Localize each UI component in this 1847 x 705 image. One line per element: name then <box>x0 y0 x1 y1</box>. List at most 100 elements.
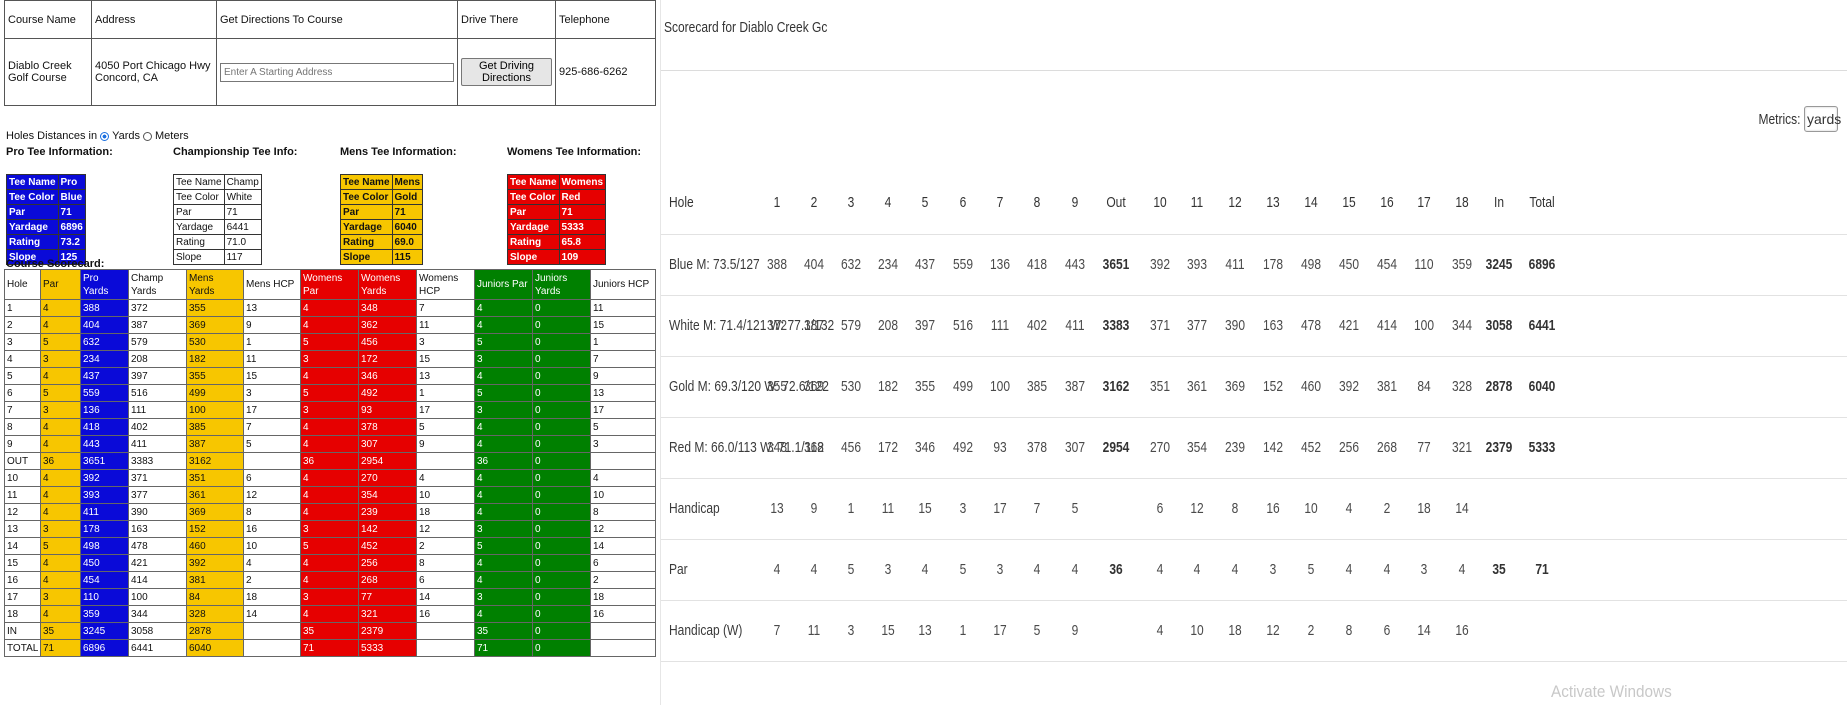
scorecard-row: 15 4 450 421 392 4 4 256 8 4 0 6 <box>4 554 656 572</box>
grid-cell: 15 <box>918 500 932 517</box>
scorecard-cell: 8 <box>243 503 301 521</box>
scorecard-cell: 377 <box>128 486 187 504</box>
scorecard-cell: 35 <box>300 622 359 640</box>
tee-field-label: Tee Color <box>340 189 393 205</box>
scorecard-cell: 5 <box>40 384 81 402</box>
grid-cell: 2379 <box>1485 439 1513 456</box>
grid-column-header: Total <box>1529 193 1555 211</box>
tee-field-value: Mens <box>391 174 424 190</box>
scorecard-cell: 4 <box>300 554 359 572</box>
scorecard-cell: 18 <box>243 588 301 606</box>
grid-cell: 579 <box>840 317 862 334</box>
scorecard-cell: 0 <box>532 537 591 555</box>
scorecard-cell: 5 <box>474 384 533 402</box>
tee-field-value: Champ <box>223 174 262 190</box>
scorecard-row: 16 4 454 414 381 2 4 268 6 4 0 2 <box>4 571 656 589</box>
scorecard-row: 17 3 110 100 84 18 3 77 14 3 0 18 <box>4 588 656 606</box>
grid-cell: 478 <box>1300 317 1322 334</box>
scorecard-cell: 354 <box>358 486 417 504</box>
grid-cell: 2878 <box>1485 378 1513 395</box>
scorecard-cell: 388 <box>80 299 129 317</box>
grid-cell: 369 <box>803 378 825 395</box>
grid-cell: 14 <box>1455 500 1469 517</box>
grid-cell <box>1526 478 1558 539</box>
meters-radio[interactable] <box>143 131 153 141</box>
scorecard-cell: 530 <box>186 333 244 351</box>
tee-row: Tee Name Mens <box>340 174 424 190</box>
grid-cell: 4 <box>1156 561 1164 578</box>
scorecard-cell: 4 <box>474 469 533 487</box>
tee-field-value: Blue <box>57 189 86 205</box>
scorecard-cell: 36 <box>300 452 359 470</box>
grid-cell: 172 <box>877 439 899 456</box>
scorecard-row: 13 3 178 163 152 16 3 142 12 3 0 12 <box>4 520 656 538</box>
scorecard-cell <box>590 622 656 640</box>
tee-field-label: Rating <box>6 234 59 250</box>
scorecard-cell: 402 <box>128 418 187 436</box>
tee-row: Tee Name Champ <box>173 174 262 190</box>
scorecard-cell: 0 <box>532 299 591 317</box>
tee-field-value: 65.8 <box>558 234 607 250</box>
scorecard-cell: 18 <box>590 588 656 606</box>
metrics-select[interactable]: yards <box>1804 106 1841 132</box>
scorecard-cell: 498 <box>80 537 129 555</box>
champ-tee-table: Tee Name Champ Tee Color White Par 71 Yardage 6… <box>173 174 262 265</box>
scorecard-row: 4 3 234 208 182 11 3 172 15 3 0 7 <box>4 350 656 368</box>
scorecard-cell: 10 <box>243 537 301 555</box>
grid-row: Par 4 4 5 3 4 5 3 4 4 36 4 4 4 3 5 4 4 3 4 35 71 <box>661 539 1847 601</box>
grid-cell: 411 <box>1225 256 1245 273</box>
tee-field-label: Rating <box>173 234 225 250</box>
scorecard-cell: 15 <box>590 316 656 334</box>
scorecard-cell: 4 <box>243 554 301 572</box>
get-driving-directions-button[interactable]: Get Driving Directions <box>461 58 552 86</box>
grid-cell: 9 <box>1071 622 1079 639</box>
grid-column-header: 4 <box>884 193 892 211</box>
scorecard-cell: 1 <box>590 333 656 351</box>
grid-cell: 11 <box>807 622 821 639</box>
grid-column-header: 3 <box>847 193 855 211</box>
course-info-table: Course Name Address Get Directions To Co… <box>4 0 656 106</box>
grid-cell: 12 <box>1266 622 1280 639</box>
tee-row: Tee Color Gold <box>340 189 424 205</box>
scorecard-cell: 35 <box>474 622 533 640</box>
scorecard-cell: 4 <box>474 299 533 317</box>
scorecard-cell: 369 <box>186 316 244 334</box>
grid-cell: 516 <box>952 317 974 334</box>
scorecard-cell: 348 <box>358 299 417 317</box>
grid-row-label: Blue M: 73.5/127 <box>669 256 760 273</box>
scorecard-cell: 15 <box>4 554 41 572</box>
scorecard-cell: 3 <box>590 435 656 453</box>
scorecard-cell: 136 <box>80 401 129 419</box>
scorecard-cell: 3245 <box>80 622 129 640</box>
grid-cell: 348 <box>766 439 788 456</box>
scorecard-cell: 362 <box>358 316 417 334</box>
grid-column-header: Out <box>1106 193 1126 211</box>
grid-cell <box>1100 478 1132 539</box>
yards-label: Yards <box>112 130 141 142</box>
scorecard-cell: 0 <box>532 571 591 589</box>
scorecard-cell: 10 <box>416 486 475 504</box>
grid-cell: 414 <box>1376 317 1398 334</box>
grid-cell: 344 <box>1451 317 1473 334</box>
scorecard-cell <box>243 452 301 470</box>
grid-cell: 5 <box>1033 622 1041 639</box>
header-directions: Get Directions To Course <box>216 0 458 39</box>
tee-field-label: Rating <box>507 234 560 250</box>
grid-cell: 111 <box>990 317 1010 334</box>
grid-cell: 362 <box>803 439 825 456</box>
scorecard-row: 9 4 443 411 387 5 4 307 9 4 0 3 <box>4 435 656 453</box>
grid-column-header: 11 <box>1190 193 1204 211</box>
grid-row: White M: 71.4/121 W: 77.1/132 372 387 579 20… <box>661 295 1847 357</box>
activate-windows-watermark: Activate Windows <box>1551 682 1672 701</box>
scorecard-cell: 361 <box>186 486 244 504</box>
scorecard-cell: 12 <box>590 520 656 538</box>
starting-address-input[interactable] <box>220 62 454 82</box>
grid-cell: 8 <box>1345 622 1353 639</box>
tee-row: Par 71 <box>340 204 424 220</box>
scorecard-cell: 6 <box>243 469 301 487</box>
scorecard-cell: IN <box>4 622 41 640</box>
yards-radio[interactable] <box>100 131 110 141</box>
grid-cell: 6441 <box>1528 317 1556 334</box>
scorecard-column-header: Par <box>40 269 81 300</box>
grid-cell: 443 <box>1064 256 1086 273</box>
